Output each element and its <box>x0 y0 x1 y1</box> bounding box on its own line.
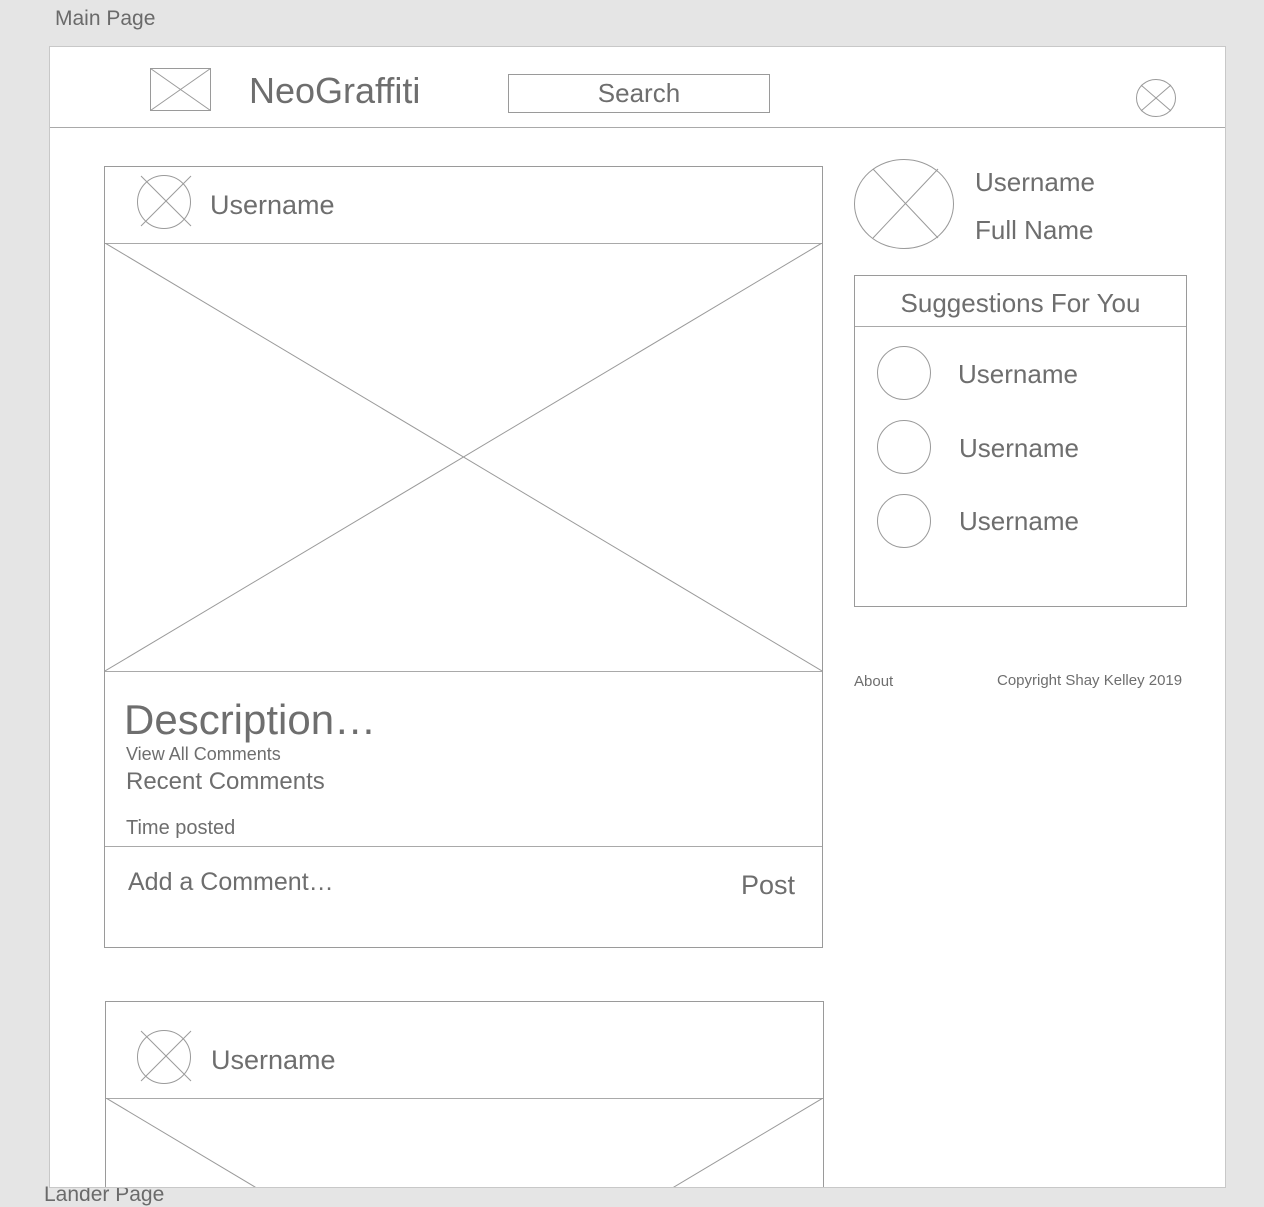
search-input[interactable]: Search <box>508 74 770 113</box>
recent-comments: Recent Comments <box>126 768 325 795</box>
post-author-username[interactable]: Username <box>211 1047 336 1074</box>
suggested-username[interactable]: Username <box>959 435 1079 461</box>
post-image-placeholder[interactable] <box>106 1098 823 1187</box>
post-author-avatar-icon[interactable] <box>137 1029 193 1085</box>
comment-divider <box>105 846 822 847</box>
suggested-username[interactable]: Username <box>959 508 1079 534</box>
main-page-artboard: NeoGraffiti Search Username Description…… <box>49 46 1226 1188</box>
account-avatar-icon[interactable] <box>1135 78 1177 118</box>
suggested-user-avatar-icon[interactable] <box>876 494 932 550</box>
post-author-avatar-icon[interactable] <box>137 174 193 230</box>
about-link[interactable]: About <box>854 674 893 689</box>
suggestions-divider <box>855 326 1186 327</box>
post-comment-button[interactable]: Post <box>741 872 795 899</box>
header-divider <box>50 127 1225 128</box>
post-card: Username Description… View All Comments … <box>104 166 823 948</box>
view-all-comments-link[interactable]: View All Comments <box>126 745 281 763</box>
post-author-username[interactable]: Username <box>210 192 335 219</box>
profile-full-name: Full Name <box>975 215 1094 245</box>
logo-image-placeholder[interactable] <box>150 68 212 112</box>
add-comment-input[interactable]: Add a Comment… <box>128 870 334 895</box>
post-description: Description… <box>124 696 377 743</box>
artboard-label: Main Page <box>55 7 156 30</box>
copyright-text: Copyright Shay Kelley 2019 <box>997 672 1183 689</box>
post-image-placeholder[interactable] <box>105 243 822 672</box>
suggestions-panel: Suggestions For You Username Username Us… <box>854 275 1187 607</box>
app-title[interactable]: NeoGraffiti <box>249 73 420 109</box>
post-image-divider <box>105 671 822 672</box>
profile-avatar-icon[interactable] <box>853 158 955 250</box>
profile-username[interactable]: Username <box>975 169 1095 195</box>
suggested-username[interactable]: Username <box>958 361 1078 387</box>
suggestions-title: Suggestions For You <box>900 288 1141 318</box>
suggested-user-avatar-icon[interactable] <box>876 420 932 476</box>
time-posted: Time posted <box>126 817 236 839</box>
suggested-user-avatar-icon[interactable] <box>876 346 932 402</box>
post-card: Username <box>105 1001 824 1187</box>
